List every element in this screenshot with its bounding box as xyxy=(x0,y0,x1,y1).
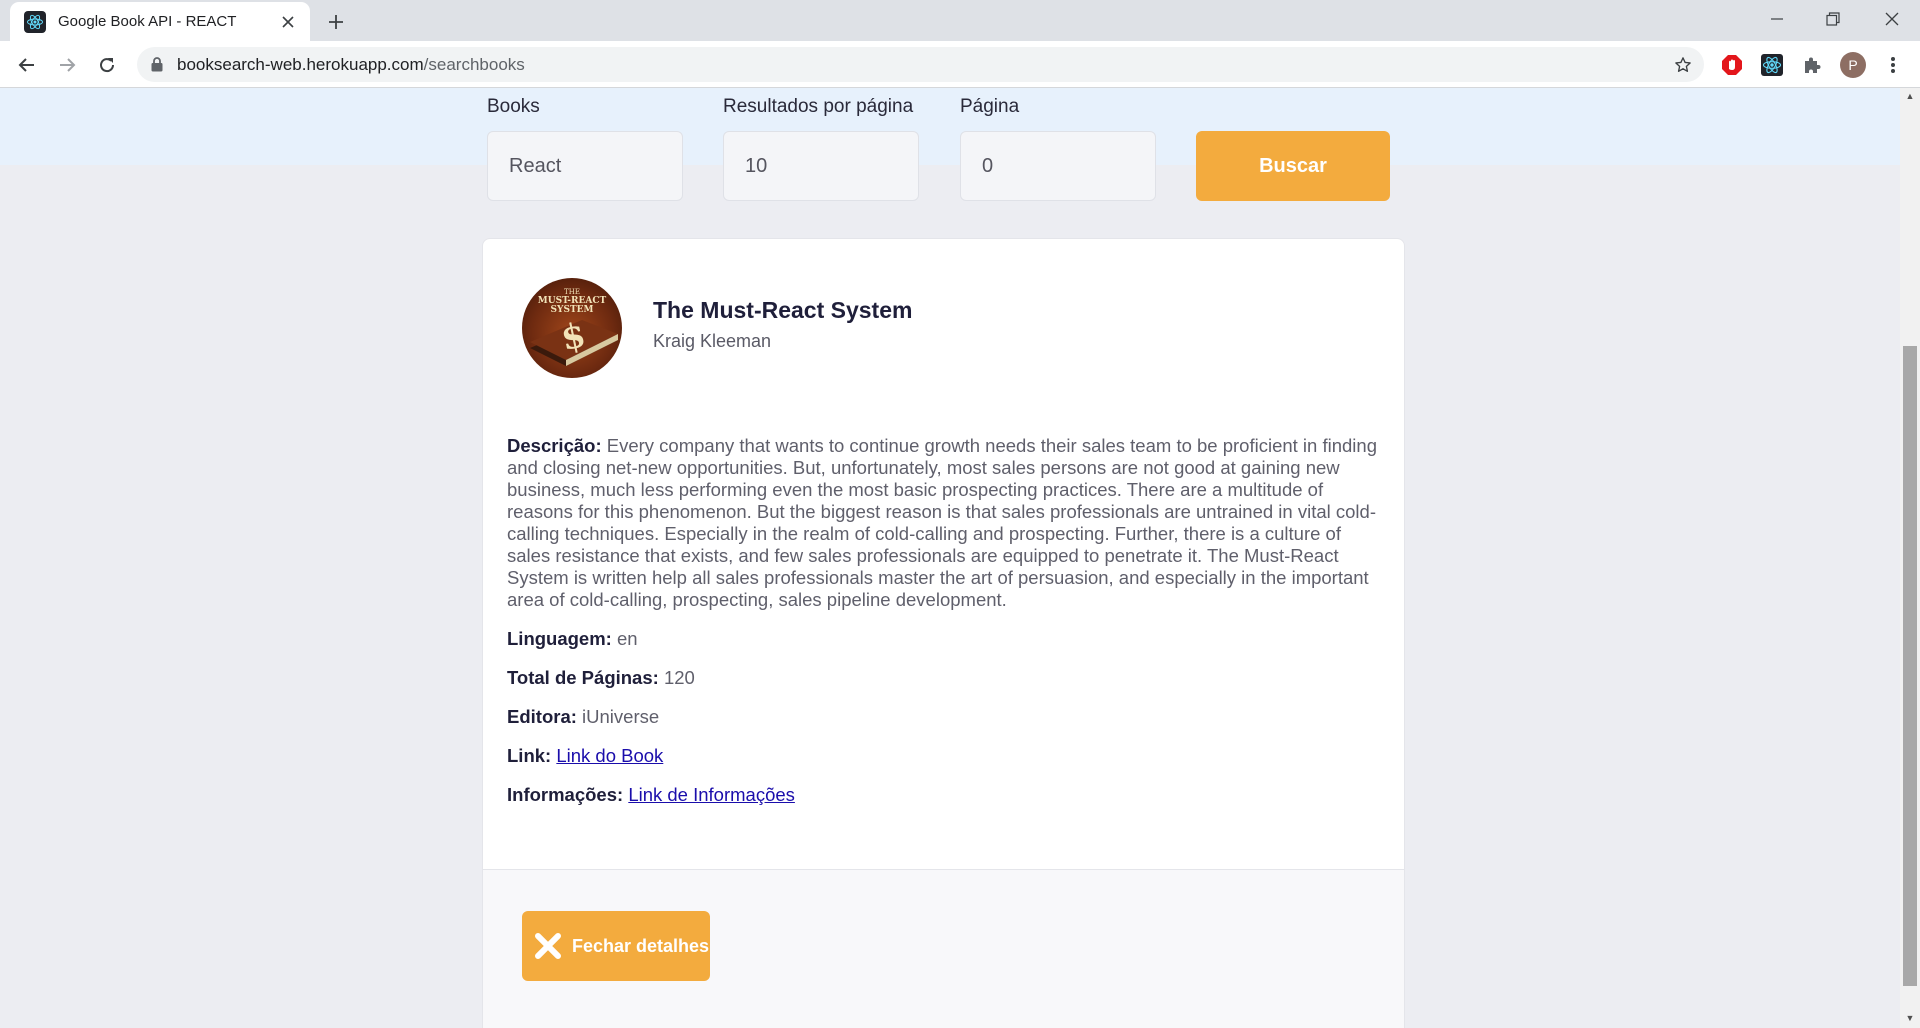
close-window-icon[interactable] xyxy=(1864,0,1920,38)
info-link[interactable]: Link de Informações xyxy=(628,784,795,805)
browser-tab-bar: Google Book API - REACT xyxy=(0,0,1920,41)
search-header-band xyxy=(0,88,1900,165)
publisher-row: Editora: iUniverse xyxy=(507,706,1382,728)
pages-row: Total de Páginas: 120 xyxy=(507,667,1382,689)
minimize-icon[interactable] xyxy=(1749,0,1805,38)
book-cover-image: $ THE MUST-REACT SYSTEM xyxy=(522,278,622,378)
publisher-label: Editora: xyxy=(507,706,577,727)
address-bar[interactable]: booksearch-web.herokuapp.com/searchbooks xyxy=(137,47,1704,82)
language-row: Linguagem: en xyxy=(507,628,1382,650)
browser-toolbar: booksearch-web.herokuapp.com/searchbooks… xyxy=(0,41,1920,88)
url-host: booksearch-web.herokuapp.com xyxy=(177,54,424,74)
scroll-down-arrow-icon[interactable]: ▼ xyxy=(1900,1010,1920,1026)
svg-text:THE: THE xyxy=(564,288,580,296)
forward-arrow-icon[interactable] xyxy=(51,49,83,81)
close-x-icon xyxy=(530,928,566,964)
page-viewport: Books React Resultados por página 10 Pág… xyxy=(0,88,1900,1028)
info-label: Informações: xyxy=(507,784,624,805)
close-details-button[interactable]: Fechar detalhes xyxy=(522,911,710,981)
bookmark-star-icon[interactable] xyxy=(1672,54,1694,76)
link-row: Link: Link do Book xyxy=(507,745,1382,767)
info-row: Informações: Link de Informações xyxy=(507,784,1382,806)
scroll-up-arrow-icon[interactable]: ▲ xyxy=(1900,88,1920,104)
search-button[interactable]: Buscar xyxy=(1196,131,1390,201)
link-label: Link: xyxy=(507,745,552,766)
page-label: Página xyxy=(960,96,1020,117)
back-arrow-icon[interactable] xyxy=(11,49,43,81)
react-favicon-icon xyxy=(24,10,46,33)
browser-menu-icon[interactable] xyxy=(1881,53,1905,77)
book-details-card: $ THE MUST-REACT SYSTEM The Must-React S… xyxy=(482,238,1405,1028)
pages-label: Total de Páginas: xyxy=(507,667,659,688)
profile-avatar[interactable]: P xyxy=(1839,51,1867,79)
book-details: Descrição: Every company that wants to c… xyxy=(507,435,1382,806)
publisher-value: iUniverse xyxy=(582,706,660,727)
restore-icon[interactable] xyxy=(1805,0,1861,38)
lock-icon xyxy=(151,57,163,72)
books-input[interactable]: React xyxy=(487,131,683,201)
results-per-page-input[interactable]: 10 xyxy=(723,131,919,201)
profile-initial: P xyxy=(1840,52,1866,78)
page-number-input[interactable]: 0 xyxy=(960,131,1156,201)
book-author: Kraig Kleeman xyxy=(653,331,772,351)
pages-value: 120 xyxy=(663,667,695,688)
book-link[interactable]: Link do Book xyxy=(556,745,663,766)
tab-title: Google Book API - REACT xyxy=(58,13,237,30)
scrollbar-thumb[interactable] xyxy=(1903,346,1917,986)
svg-text:SYSTEM: SYSTEM xyxy=(551,305,594,315)
description-text: Every company that wants to continue gro… xyxy=(507,435,1377,610)
description-row: Descrição: Every company that wants to c… xyxy=(507,435,1382,611)
page-scrollbar[interactable]: ▲ ▼ xyxy=(1900,88,1920,1028)
react-devtools-extension-icon[interactable] xyxy=(1760,53,1784,77)
url-path: /searchbooks xyxy=(423,54,525,74)
language-label: Linguagem: xyxy=(507,628,612,649)
close-details-label: Fechar detalhes xyxy=(572,935,710,956)
books-label: Books xyxy=(487,96,540,117)
results-per-page-label: Resultados por página xyxy=(723,96,914,117)
browser-tab[interactable]: Google Book API - REACT xyxy=(10,2,310,41)
card-footer: Fechar detalhes xyxy=(483,869,1404,1028)
book-title: The Must-React System xyxy=(653,297,913,323)
reload-icon[interactable] xyxy=(91,49,123,81)
language-value: en xyxy=(616,628,638,649)
description-label: Descrição: xyxy=(507,435,602,456)
extensions-puzzle-icon[interactable] xyxy=(1800,53,1824,77)
close-tab-icon[interactable] xyxy=(278,12,298,32)
new-tab-icon[interactable] xyxy=(322,8,350,36)
adblock-extension-icon[interactable] xyxy=(1720,53,1744,77)
